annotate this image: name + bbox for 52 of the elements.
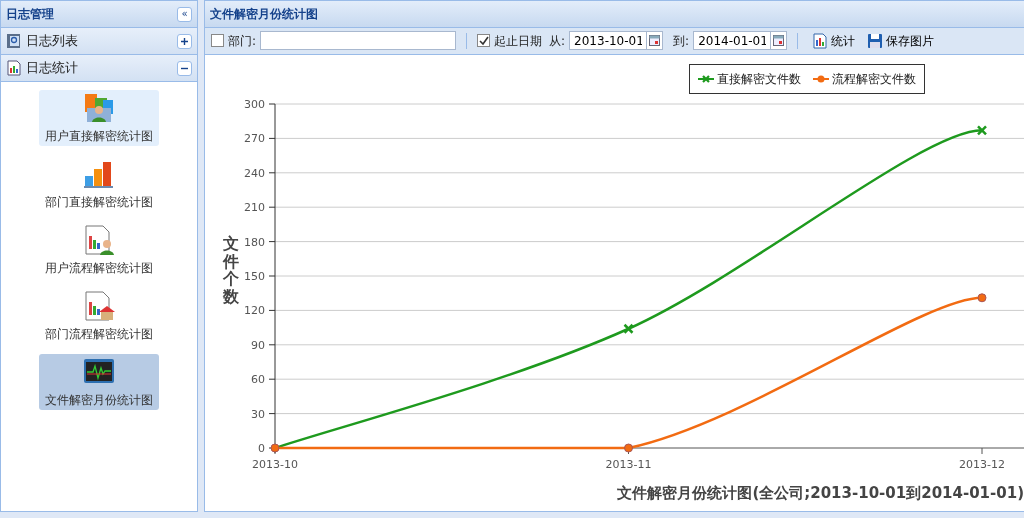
menu-item[interactable]: 部门直接解密统计图 bbox=[39, 156, 159, 212]
checkbox[interactable] bbox=[477, 34, 491, 48]
y-axis-title: 文件个数 bbox=[223, 235, 239, 306]
chart-icon bbox=[812, 32, 829, 49]
menu-item[interactable]: 文件解密月份统计图 bbox=[39, 354, 159, 410]
y-tick-label: 120 bbox=[244, 304, 265, 318]
legend-label: 直接解密文件数 bbox=[717, 71, 801, 88]
panel-title: 日志管理 bbox=[6, 6, 54, 23]
date-field[interactable]: 2013-10-01 bbox=[569, 31, 648, 51]
department-field[interactable] bbox=[260, 31, 457, 51]
date-field[interactable]: 2014-01-01 bbox=[693, 31, 772, 51]
x-tick-label: 2013-10 bbox=[252, 458, 298, 471]
dot-marker bbox=[977, 293, 987, 303]
y-tick-label: 210 bbox=[244, 201, 265, 215]
expand-icon[interactable] bbox=[177, 33, 192, 49]
panel-title: 文件解密月份统计图 bbox=[210, 5, 318, 23]
checkbox[interactable] bbox=[211, 34, 224, 48]
y-tick-label: 270 bbox=[244, 132, 265, 146]
legend-label: 流程解密文件数 bbox=[832, 71, 916, 88]
field-label: 从: bbox=[549, 32, 566, 50]
book-icon bbox=[6, 33, 22, 49]
field-label: 起止日期 bbox=[494, 32, 543, 50]
field-label: 部门: bbox=[228, 32, 257, 50]
report-icon bbox=[6, 60, 22, 76]
toolbar-button[interactable]: 统计 bbox=[808, 31, 860, 50]
menu-item[interactable]: 用户流程解密统计图 bbox=[39, 222, 159, 278]
collapse-button[interactable]: « bbox=[177, 6, 192, 22]
x-tick-label: 2013-11 bbox=[605, 458, 652, 471]
field-label: 到: bbox=[673, 32, 690, 50]
chart-title: 文件解密月份统计图(全公司;2013-10-01到2014-01-01) bbox=[617, 483, 1024, 504]
x-tick-label: 2013-12 bbox=[959, 458, 1005, 471]
y-tick-label: 0 bbox=[258, 442, 265, 455]
dot-marker bbox=[270, 443, 280, 453]
y-tick-label: 150 bbox=[244, 270, 265, 283]
y-tick-label: 300 bbox=[244, 98, 265, 111]
calendar-icon[interactable] bbox=[771, 31, 788, 51]
document-house-icon bbox=[83, 289, 115, 322]
y-tick-label: 30 bbox=[251, 407, 265, 421]
cross-marker bbox=[623, 323, 634, 334]
toolbar-button[interactable]: 保存图片 bbox=[863, 31, 939, 50]
y-tick-label: 180 bbox=[244, 235, 265, 249]
cross-marker bbox=[976, 125, 988, 136]
menu-item[interactable]: 部门流程解密统计图 bbox=[39, 288, 159, 344]
document-user-icon bbox=[83, 223, 115, 256]
calendar-icon[interactable] bbox=[647, 31, 664, 51]
y-tick-label: 90 bbox=[251, 338, 265, 352]
user-chart-icon bbox=[83, 91, 115, 124]
menu-item[interactable]: 用户直接解密统计图 bbox=[39, 90, 159, 146]
y-tick-label: 240 bbox=[244, 166, 265, 180]
y-tick-label: 60 bbox=[251, 373, 265, 387]
collapse-icon[interactable] bbox=[177, 60, 192, 76]
dot-marker bbox=[624, 443, 633, 453]
